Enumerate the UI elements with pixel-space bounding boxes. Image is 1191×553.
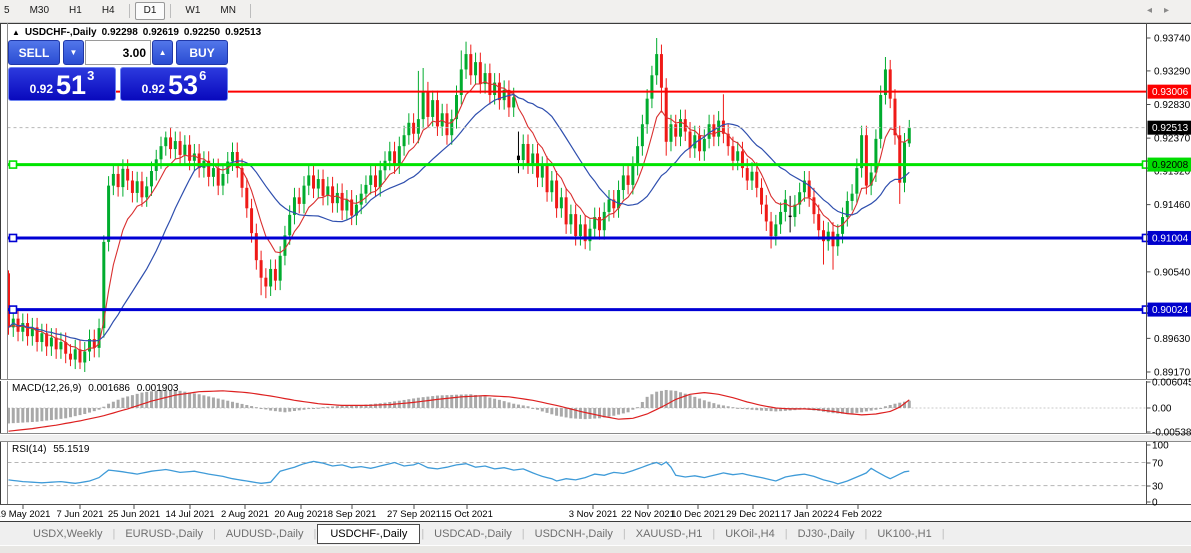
macd-signal-value: 0.001903 <box>136 383 179 394</box>
svg-text:100: 100 <box>1152 441 1169 452</box>
chart-tab-usdx-weekly[interactable]: USDX,Weekly <box>24 525 111 543</box>
timeframe-button-m30[interactable]: M30 <box>21 2 58 20</box>
ohlc-low: 0.92250 <box>183 27 221 38</box>
svg-text:0.90024: 0.90024 <box>1152 305 1189 316</box>
chart-symbol-label: USDCHF-,Daily <box>24 27 97 38</box>
svg-text:10 Dec 2021: 10 Dec 2021 <box>671 509 725 520</box>
chart-tab-usdcnh-daily[interactable]: USDCNH-,Daily <box>526 525 622 543</box>
timeframe-button-h4[interactable]: H4 <box>93 2 124 20</box>
trade-panel-top-row: SELL ▼ ▲ BUY <box>8 40 228 65</box>
collapse-panel-icon[interactable]: ▲ <box>12 28 20 37</box>
svg-text:17 Jan 2022: 17 Jan 2022 <box>781 509 833 520</box>
tab-separator: | <box>941 527 945 540</box>
timeframe-button-d1[interactable]: D1 <box>134 2 166 20</box>
svg-text:0.00: 0.00 <box>1152 404 1172 415</box>
svg-text:3 Nov 2021: 3 Nov 2021 <box>569 509 618 520</box>
buy-price-pip: 6 <box>199 68 207 83</box>
svg-text:0.006045: 0.006045 <box>1152 378 1191 389</box>
chart-tab-ukoil-h4[interactable]: UKOil-,H4 <box>716 525 784 543</box>
sell-price-pip: 3 <box>87 68 95 83</box>
chart-tab-xauusd-h1[interactable]: XAUUSD-,H1 <box>627 525 712 543</box>
chart-tab-usdchf-daily[interactable]: USDCHF-,Daily <box>317 523 421 544</box>
svg-text:8 Sep 2021: 8 Sep 2021 <box>328 509 377 520</box>
buy-price-prefix: 0.92 <box>141 82 166 96</box>
chart-tab-eurusd-daily[interactable]: EURUSD-,Daily <box>116 525 212 543</box>
chart-tab-uk100-h1[interactable]: UK100-,H1 <box>868 525 940 543</box>
svg-text:19 May 2021: 19 May 2021 <box>0 509 50 520</box>
svg-text:4 Feb 2022: 4 Feb 2022 <box>834 509 882 520</box>
macd-main-value: 0.001686 <box>88 383 130 394</box>
svg-text:70: 70 <box>1152 459 1164 470</box>
buy-button[interactable]: BUY <box>176 40 228 65</box>
svg-text:0.91004: 0.91004 <box>1152 233 1189 244</box>
tab-scroll-right-icon[interactable]: ▸ <box>1164 5 1181 16</box>
macd-name: MACD(12,26,9) <box>12 383 82 394</box>
buy-price-display[interactable]: 0.92 53 6 <box>120 67 228 101</box>
svg-text:0.89630: 0.89630 <box>1154 334 1191 345</box>
svg-text:7 Jun 2021: 7 Jun 2021 <box>56 509 103 520</box>
svg-text:-0.005383: -0.005383 <box>1152 428 1191 439</box>
toolbar-separator <box>128 4 130 18</box>
svg-text:14 Jul 2021: 14 Jul 2021 <box>165 509 214 520</box>
chart-window: 0.93740 0.93290 0.92830 0.92370 0.91920 0.914… <box>0 23 1191 521</box>
svg-text:30: 30 <box>1152 482 1164 493</box>
svg-text:0.93290: 0.93290 <box>1154 66 1191 77</box>
buy-price-big: 53 <box>168 70 199 100</box>
chart-title: ▲ USDCHF-,Daily 0.92298 0.92619 0.92250 0.925… <box>12 27 261 38</box>
mt4-window: 5 M30 H1 H4 D1 W1 MN 0.93740 0.93290 0.92830 0.92… <box>0 0 1191 553</box>
svg-text:29 Dec 2021: 29 Dec 2021 <box>726 509 780 520</box>
macd-label: MACD(12,26,9) 0.001686 0.001903 <box>12 383 182 394</box>
volume-decrease-button[interactable]: ▼ <box>62 40 84 65</box>
svg-text:0.92830: 0.92830 <box>1154 100 1191 111</box>
svg-text:0.92370: 0.92370 <box>1154 134 1191 145</box>
svg-text:2 Aug 2021: 2 Aug 2021 <box>221 509 269 520</box>
svg-text:25 Jun 2021: 25 Jun 2021 <box>108 509 160 520</box>
chart-tab-usdcad-daily[interactable]: USDCAD-,Daily <box>425 525 521 543</box>
volume-increase-button[interactable]: ▲ <box>152 40 174 65</box>
svg-text:0: 0 <box>1152 498 1158 509</box>
timeframe-toolbar: 5 M30 H1 H4 D1 W1 MN <box>0 0 1191 23</box>
sell-price-display[interactable]: 0.92 51 3 <box>8 67 116 101</box>
svg-text:0.90540: 0.90540 <box>1154 267 1191 278</box>
rsi-label: RSI(14) 55.1519 <box>12 444 93 455</box>
sell-button[interactable]: SELL <box>8 40 60 65</box>
toolbar-separator <box>170 4 172 18</box>
svg-text:27 Sep 2021: 27 Sep 2021 <box>387 509 441 520</box>
rsi-value: 55.1519 <box>53 444 90 455</box>
tab-scroll-arrows: ◂▸ <box>1147 5 1181 16</box>
chart-tab-dj30-daily[interactable]: DJ30-,Daily <box>789 525 864 543</box>
volume-input[interactable] <box>85 40 151 65</box>
ohlc-close: 0.92513 <box>225 27 262 38</box>
ohlc-open: 0.92298 <box>101 27 138 38</box>
svg-text:22 Nov 2021: 22 Nov 2021 <box>621 509 675 520</box>
svg-text:0.92008: 0.92008 <box>1152 160 1189 171</box>
timeframe-button-mn[interactable]: MN <box>211 2 245 20</box>
status-strip <box>0 545 1191 553</box>
timeframe-button-h1[interactable]: H1 <box>60 2 91 20</box>
chart-tab-bar: USDX,Weekly | EURUSD-,Daily | AUDUSD-,Daily |… <box>0 521 1191 545</box>
timeframe-button-5[interactable]: 5 <box>1 2 19 20</box>
sell-price-big: 51 <box>56 70 87 100</box>
chart-tab-audusd-daily[interactable]: AUDUSD-,Daily <box>217 525 313 543</box>
svg-text:0.93740: 0.93740 <box>1154 34 1191 45</box>
ohlc-high: 0.92619 <box>142 27 179 38</box>
trade-panel-price-row: 0.92 51 3 0.92 53 6 <box>8 67 228 101</box>
svg-text:0.92513: 0.92513 <box>1152 123 1189 134</box>
timeframe-button-w1[interactable]: W1 <box>176 2 209 20</box>
toolbar-separator <box>249 4 251 18</box>
sell-price-prefix: 0.92 <box>29 82 54 96</box>
one-click-trade-panel: SELL ▼ ▲ BUY 0.92 51 3 0.92 53 6 <box>8 40 228 101</box>
tab-scroll-left-icon[interactable]: ◂ <box>1147 5 1164 16</box>
svg-text:0.91460: 0.91460 <box>1154 200 1191 211</box>
rsi-name: RSI(14) <box>12 444 47 455</box>
svg-text:0.93006: 0.93006 <box>1152 87 1189 98</box>
svg-text:15 Oct 2021: 15 Oct 2021 <box>441 509 493 520</box>
svg-text:20 Aug 2021: 20 Aug 2021 <box>274 509 327 520</box>
